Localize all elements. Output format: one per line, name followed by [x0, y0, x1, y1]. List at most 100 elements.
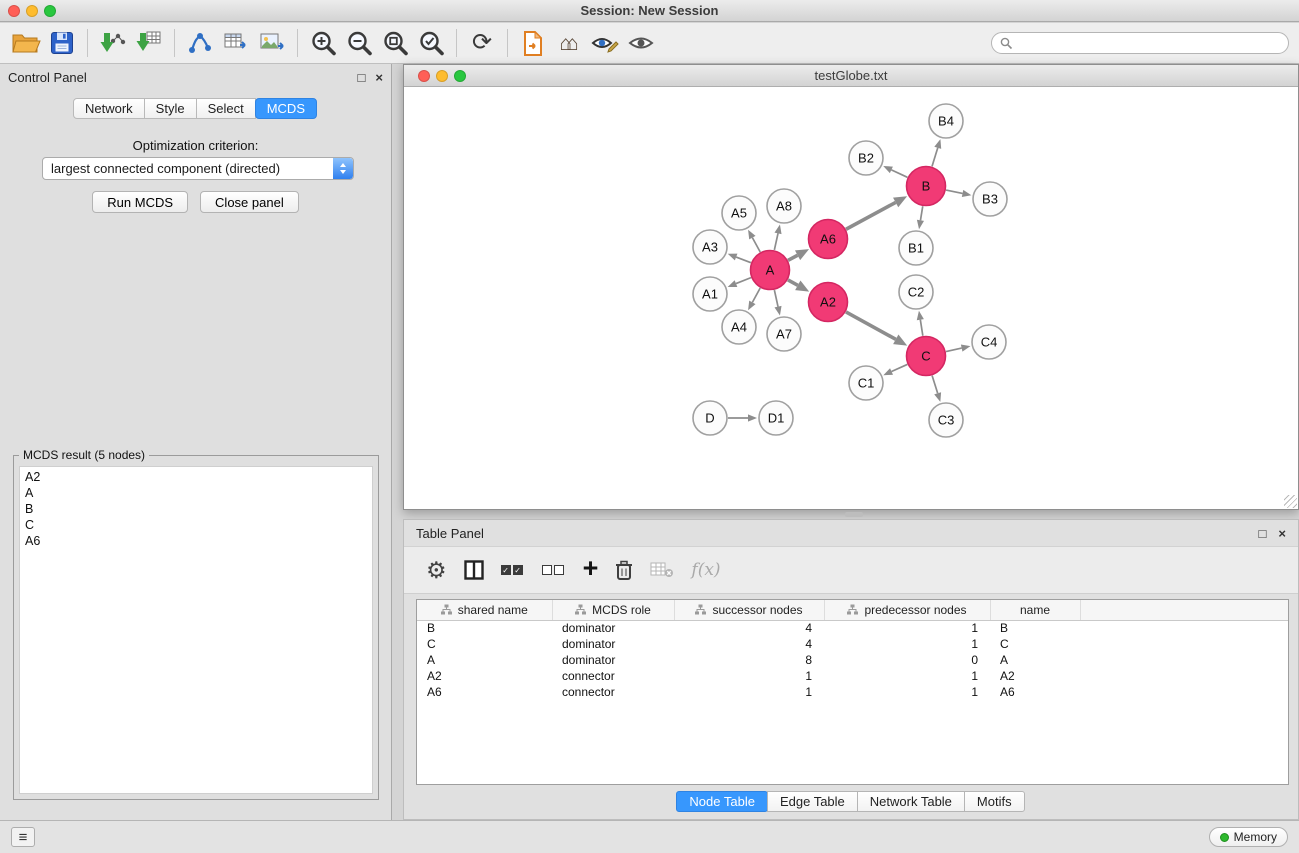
network-window-close-button[interactable]: [418, 70, 430, 82]
show-columns-icon[interactable]: [464, 560, 484, 580]
graph-edge-A-A2[interactable]: [788, 280, 798, 285]
network-canvas[interactable]: B4B2BB3A5A8A6A3B1AA1C2A2A4A7C4CC1DD1C3: [404, 87, 1298, 509]
network-window-zoom-button[interactable]: [454, 70, 466, 82]
graph-edge-arrow-icon: [934, 139, 941, 149]
node-table-row[interactable]: Adominator80A: [417, 652, 1288, 668]
graph-edge-A-A7[interactable]: [774, 290, 778, 307]
mcds-result-item[interactable]: A2: [20, 469, 372, 485]
graph-edge-A-A6[interactable]: [788, 255, 797, 260]
tab-node-table[interactable]: Node Table: [676, 791, 768, 812]
zoom-in-icon[interactable]: [305, 25, 341, 61]
memory-button[interactable]: Memory: [1209, 827, 1288, 847]
export-table-icon[interactable]: [218, 25, 254, 61]
column-header-successor-nodes[interactable]: successor nodes: [674, 600, 824, 620]
tab-edge-table[interactable]: Edge Table: [767, 791, 858, 812]
optimization-criterion-dropdown[interactable]: largest connected component (directed): [42, 157, 354, 180]
graph-edge-A-A4[interactable]: [752, 288, 760, 302]
select-all-icon[interactable]: ✓✓: [501, 565, 525, 575]
desktop-hscrollbar-thumb[interactable]: [845, 512, 863, 517]
export-network-icon[interactable]: [182, 25, 218, 61]
node-table-row[interactable]: Cdominator41C: [417, 636, 1288, 652]
tab-network[interactable]: Network: [73, 98, 145, 119]
column-header-shared-name[interactable]: shared name: [417, 600, 552, 620]
graph-edge-A-A1[interactable]: [736, 278, 751, 284]
document-icon: [521, 30, 545, 57]
node-table-row[interactable]: A2connector11A2: [417, 668, 1288, 684]
column-header-predecessor-nodes[interactable]: predecessor nodes: [824, 600, 990, 620]
window-zoom-button[interactable]: [44, 5, 56, 17]
column-header-mcds-role[interactable]: MCDS role: [552, 600, 674, 620]
control-panel: Control Panel □ × Network Style Select M…: [0, 64, 392, 820]
task-history-button[interactable]: ≡: [11, 827, 35, 847]
graph-edge-C-C2[interactable]: [920, 320, 923, 336]
graph-edge-A-A8[interactable]: [774, 233, 778, 250]
zoom-fit-icon[interactable]: [377, 25, 413, 61]
graph-edge-A6-B[interactable]: [846, 202, 896, 229]
tab-motifs[interactable]: Motifs: [964, 791, 1025, 812]
open-session-icon[interactable]: [8, 25, 44, 61]
zoom-selected-icon[interactable]: [413, 25, 449, 61]
close-panel-button[interactable]: Close panel: [200, 191, 299, 213]
graph-node-label: C: [921, 349, 930, 364]
graph-edge-B-B3[interactable]: [946, 190, 962, 193]
apply-layout-icon[interactable]: ⟳: [464, 25, 500, 61]
float-table-panel-icon[interactable]: □: [1259, 527, 1267, 540]
search-input[interactable]: [1018, 36, 1280, 50]
tab-network-table[interactable]: Network Table: [857, 791, 965, 812]
node-table-cell: 1: [674, 684, 824, 700]
zoom-out-icon[interactable]: [341, 25, 377, 61]
show-details-eye-icon[interactable]: [623, 25, 659, 61]
import-network-icon: [100, 30, 126, 56]
tab-mcds[interactable]: MCDS: [255, 98, 317, 119]
control-panel-tabs: Network Style Select MCDS: [0, 98, 391, 119]
export-image-icon[interactable]: [254, 25, 290, 61]
save-session-icon[interactable]: [44, 25, 80, 61]
close-panel-icon[interactable]: ×: [375, 71, 383, 84]
graph-edge-C-C4[interactable]: [946, 348, 962, 351]
table-settings-icon[interactable]: ⚙: [426, 559, 447, 582]
float-panel-icon[interactable]: □: [358, 71, 366, 84]
add-column-icon[interactable]: +: [583, 558, 599, 582]
graph-edge-B-B1[interactable]: [920, 206, 922, 220]
mcds-result-item[interactable]: C: [20, 517, 372, 533]
deselect-all-icon[interactable]: [542, 565, 566, 575]
run-mcds-button[interactable]: Run MCDS: [92, 191, 188, 213]
graph-edge-B-B4[interactable]: [932, 148, 938, 167]
graph-edge-C-C3[interactable]: [932, 376, 938, 394]
network-window-title-bar[interactable]: testGlobe.txt: [404, 65, 1298, 87]
graph-node-label: C2: [908, 285, 925, 300]
toolbar-divider: [87, 29, 88, 57]
graph-edge-B-B2[interactable]: [891, 170, 907, 177]
mcds-result-list[interactable]: A2ABCA6: [19, 466, 373, 794]
status-bar: ≡ Memory: [0, 820, 1299, 853]
window-minimize-button[interactable]: [26, 5, 38, 17]
search-field[interactable]: [991, 32, 1289, 54]
close-table-panel-icon[interactable]: ×: [1278, 527, 1286, 540]
graph-edge-arrow-icon: [962, 190, 972, 197]
function-builder-icon[interactable]: f(x): [691, 560, 720, 580]
graph-edge-C-C1[interactable]: [892, 364, 908, 371]
window-close-button[interactable]: [8, 5, 20, 17]
node-table-row[interactable]: Bdominator41B: [417, 620, 1288, 636]
mcds-result-item[interactable]: B: [20, 501, 372, 517]
import-table-file-icon[interactable]: [131, 25, 167, 61]
graph-edge-A2-C[interactable]: [846, 312, 896, 339]
mcds-result-item[interactable]: A: [20, 485, 372, 501]
graph-edge-A-A5[interactable]: [752, 238, 760, 252]
mcds-result-item[interactable]: A6: [20, 533, 372, 549]
annotation-eye-icon[interactable]: [587, 25, 623, 61]
tab-style[interactable]: Style: [144, 98, 197, 119]
session-document-icon[interactable]: [515, 25, 551, 61]
node-table-row[interactable]: A6connector11A6: [417, 684, 1288, 700]
column-header-name[interactable]: name: [990, 600, 1080, 620]
delete-column-icon[interactable]: [615, 559, 633, 581]
tab-select[interactable]: Select: [196, 98, 256, 119]
graph-edge-A-A3[interactable]: [736, 257, 751, 263]
graph-edge-arrow-icon: [728, 280, 738, 287]
import-network-file-icon[interactable]: [95, 25, 131, 61]
delete-table-icon[interactable]: [650, 561, 674, 579]
home-icon[interactable]: ⌂⌂: [551, 25, 587, 61]
graph-edge-arrow-icon: [774, 225, 781, 235]
resize-grip-icon[interactable]: [1284, 495, 1297, 508]
network-window-minimize-button[interactable]: [436, 70, 448, 82]
